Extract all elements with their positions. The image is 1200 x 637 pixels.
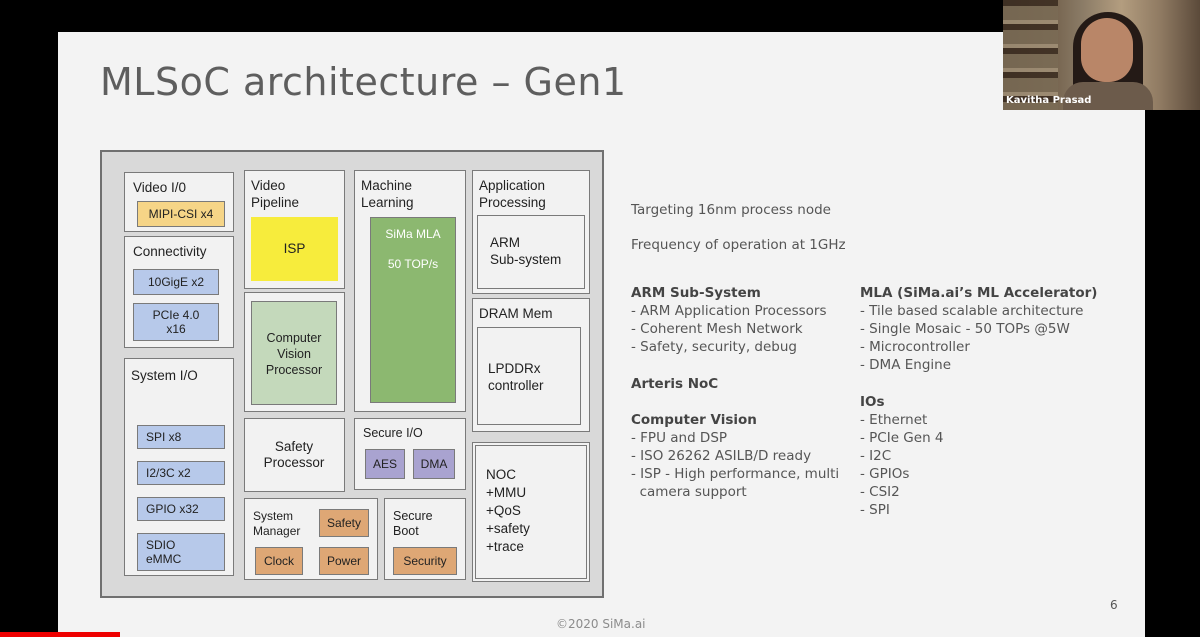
system-manager-block: System Manager Safety Clock Power [244,498,378,580]
dram-mem-block: DRAM Mem LPDDRx controller [472,298,590,432]
cv-note-item: camera support [631,484,747,500]
power-chip: Power [319,547,369,575]
ios-notes: IOs - Ethernet - PCIe Gen 4 - I2C - GPIO… [860,393,944,519]
isp-chip: ISP [251,217,338,281]
system-io-block: System I/O SPI x8 I2/3C x2 GPIO x32 SDIO… [124,358,234,576]
video-progress-bar[interactable] [0,632,120,637]
arm-notes: ARM Sub-System - ARM Application Process… [631,284,827,356]
webcam-video[interactable]: Kavitha Prasad [1003,0,1200,110]
sima-mla-block: SiMa MLA 50 TOP/s [370,217,456,403]
noc-inner: NOC +MMU +QoS +safety +trace [475,445,587,579]
noc-block: NOC +MMU +QoS +safety +trace [472,442,590,582]
webcam-name-label: Kavitha Prasad [1006,95,1092,106]
application-processing-block: Application Processing ARM Sub-system [472,170,590,294]
cv-note-item: - ISO 26262 ASILB/D ready [631,448,812,464]
arm-note-item: - ARM Application Processors [631,303,827,319]
spi-chip: SPI x8 [137,425,225,449]
cv-processor-label: Computer Vision Processor [265,331,323,377]
machine-learning-label: Machine Learning [361,178,414,210]
arm-notes-head: ARM Sub-System [631,285,761,301]
slide: MLSoC architecture – Gen1 Video I/0 MIPI… [58,32,1145,637]
application-processing-label: Application Processing [479,178,546,210]
video-pipeline-label: Video Pipeline [251,178,300,210]
security-chip: Security [393,547,457,575]
ios-note-item: - GPIOs [860,466,910,482]
system-io-label: System I/O [131,368,198,383]
arm-note-item: - Safety, security, debug [631,339,797,355]
machine-learning-block: Machine Learning SiMa MLA 50 TOP/s [354,170,466,412]
arteris-notes-head: Arteris NoC [631,376,719,392]
safety-processor-block: Safety Processor [244,418,345,492]
arm-subsystem-label: ARM Sub-system [490,235,562,267]
ios-notes-head: IOs [860,394,885,410]
lpddrx-controller-label: LPDDRx controller [488,361,544,393]
note-line-2: Frequency of operation at 1GHz [631,237,846,253]
aes-chip: AES [365,449,405,479]
dram-mem-label: DRAM Mem [479,306,553,321]
slide-title: MLSoC architecture – Gen1 [100,60,627,104]
page-number: 6 [1110,598,1118,612]
i2-3c-chip: I2/3C x2 [137,461,225,485]
cv-processor-block: Computer Vision Processor [244,292,345,412]
ios-note-item: - PCIe Gen 4 [860,430,944,446]
10gige-chip: 10GigE x2 [133,269,219,295]
ios-note-item: - SPI [860,502,890,518]
secure-boot-block: Secure Boot Security [384,498,466,580]
safety-chip: Safety [319,509,369,537]
mla-note-item: - Single Mosaic - 50 TOPs @5W [860,321,1070,337]
system-manager-label: System Manager [253,509,301,538]
secure-io-block: Secure I/O AES DMA [354,418,466,490]
pcie-chip: PCIe 4.0 x16 [133,303,219,341]
sima-mla-label: SiMa MLA [385,227,441,241]
mla-notes: MLA (SiMa.ai’s ML Accelerator) - Tile ba… [860,284,1097,374]
video-pipeline-block: Video Pipeline ISP [244,170,345,289]
connectivity-block: Connectivity 10GigE x2 PCIe 4.0 x16 [124,236,234,348]
safety-processor-label: Safety Processor [263,439,325,470]
gpio-chip: GPIO x32 [137,497,225,521]
ios-note-item: - I2C [860,448,892,464]
noc-label: NOC +MMU +QoS +safety +trace [486,467,530,554]
lpddrx-controller-block: LPDDRx controller [477,327,581,425]
video-io-block: Video I/0 MIPI-CSI x4 [124,172,234,232]
cv-note-item: - ISP - High performance, multi [631,466,840,482]
cv-notes-head: Computer Vision [631,412,757,428]
arm-subsystem-block: ARM Sub-system [477,215,585,289]
bookshelf-background [1003,0,1058,110]
note-line-1: Targeting 16nm process node [631,202,831,218]
sdio-emmc-chip: SDIO eMMC [137,533,225,571]
ios-note-item: - Ethernet [860,412,928,428]
dma-chip: DMA [413,449,455,479]
clock-chip: Clock [255,547,303,575]
mla-note-item: - DMA Engine [860,357,951,373]
mla-note-item: - Tile based scalable architecture [860,303,1084,319]
video-io-label: Video I/0 [133,180,187,195]
person-face [1081,18,1133,82]
slide-footer: ©2020 SiMa.ai [556,617,646,631]
ios-note-item: - CSI2 [860,484,900,500]
architecture-diagram: Video I/0 MIPI-CSI x4 Video Pipeline ISP… [100,150,604,598]
cv-notes: Computer Vision - FPU and DSP - ISO 2626… [631,411,839,501]
connectivity-label: Connectivity [133,244,207,259]
secure-io-label: Secure I/O [363,426,423,440]
arteris-notes: Arteris NoC [631,375,718,393]
sima-mla-tops: 50 TOP/s [387,257,439,271]
mipi-csi-chip: MIPI-CSI x4 [137,201,225,227]
cv-note-item: - FPU and DSP [631,430,728,446]
mla-notes-head: MLA (SiMa.ai’s ML Accelerator) [860,285,1098,301]
cv-processor-inner: Computer Vision Processor [251,301,337,405]
mla-note-item: - Microcontroller [860,339,970,355]
secure-boot-label: Secure Boot [393,509,433,538]
arm-note-item: - Coherent Mesh Network [631,321,803,337]
